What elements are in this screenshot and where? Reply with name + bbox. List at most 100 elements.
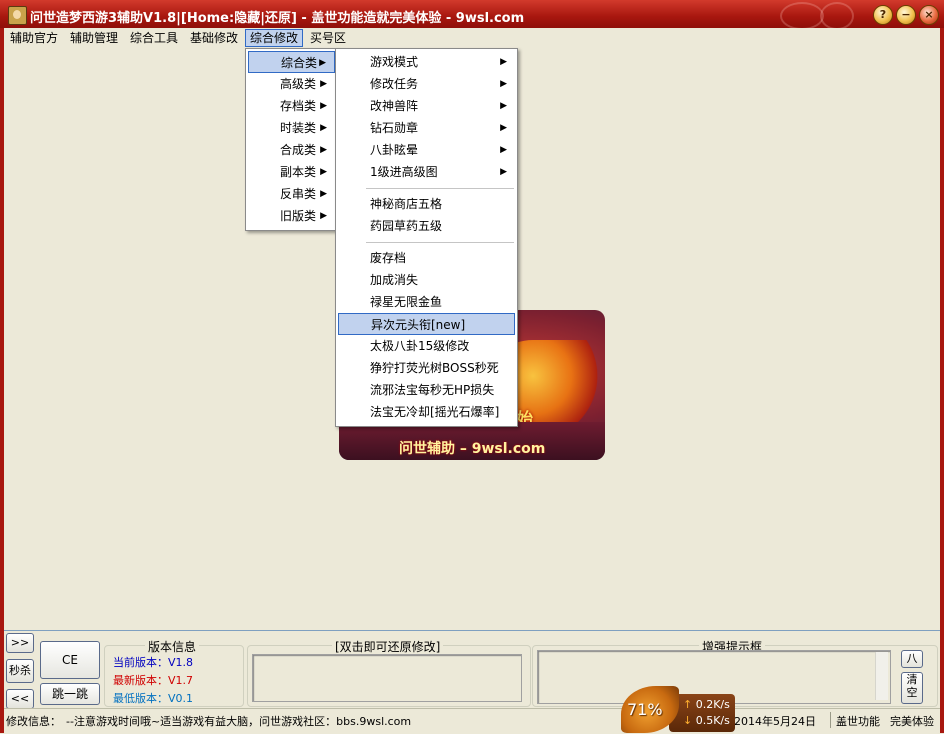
minimum-version: 最低版本：V0.1 [113, 692, 194, 705]
hint-group: 增强提示框 八 清空 [532, 638, 938, 707]
menu-separator [366, 242, 514, 243]
arrow-right-icon: ▶ [320, 79, 327, 89]
flyout-item-taiji-bagua[interactable]: 太极八卦15级修改 [338, 335, 515, 357]
menu-manage[interactable]: 辅助管理 [66, 28, 122, 48]
menu-basic[interactable]: 基础修改 [186, 28, 242, 48]
flyout-item-label: 禄星无限金鱼 [370, 295, 443, 309]
restore-group-title: [双击即可还原修改] [332, 638, 444, 655]
arrow-right-icon: ▶ [500, 79, 507, 89]
menu-tools[interactable]: 综合工具 [126, 28, 182, 48]
flyout-item-label: 钻石勋章 [370, 121, 419, 135]
flyout-item-label: 修改任务 [370, 77, 419, 91]
net-up-row: ↑ 0.2K/s [683, 698, 730, 711]
flyout-item-label: 流邪法宝每秒无HP损失 [370, 383, 495, 397]
menu-bar: 辅助官方 辅助管理 综合工具 基础修改 综合修改 买号区 [4, 28, 940, 48]
submenu-item-label: 综合类 [281, 56, 318, 70]
flyout-item-no-cooldown[interactable]: 法宝无冷却[摇光石爆率] [338, 401, 515, 423]
restore-group: [双击即可还原修改] [247, 638, 531, 707]
arrow-right-icon: ▶ [319, 58, 326, 68]
help-button[interactable]: ? [873, 5, 893, 25]
menu-separator [366, 188, 514, 189]
expand-button[interactable]: >> [6, 633, 34, 653]
menu-buy-account[interactable]: 买号区 [306, 28, 350, 48]
flyout-item-label: 废存档 [370, 251, 407, 265]
hint-up-button[interactable]: 八 [901, 650, 923, 668]
arrow-right-icon: ▶ [320, 167, 327, 177]
flyout-item-label: 神秘商店五格 [370, 197, 443, 211]
flyout-item-bonus-vanish[interactable]: 加成消失 [338, 269, 515, 291]
clear-button[interactable]: 清空 [901, 672, 923, 704]
submenu-item-fashion[interactable]: 时装类 ▶ [248, 117, 335, 139]
download-arrow-icon: ↓ [683, 714, 693, 727]
ce-button[interactable]: CE [40, 641, 100, 679]
upload-arrow-icon: ↑ [683, 698, 693, 711]
status-divider [830, 712, 831, 728]
arrow-right-icon: ▶ [320, 101, 327, 111]
arrow-right-icon: ▶ [320, 123, 327, 133]
submenu-item-label: 副本类 [280, 165, 317, 179]
flyout-item-diamond-medal[interactable]: 钻石勋章 ▶ [338, 117, 515, 139]
flyout-item-level1-advanced-map[interactable]: 1级进高级图 ▶ [338, 161, 515, 183]
submenu-item-label: 合成类 [280, 143, 317, 157]
flyout-item-label: 改神兽阵 [370, 99, 419, 113]
flyout-item-label: 游戏模式 [370, 55, 419, 69]
flyout-item-label: 太极八卦15级修改 [370, 339, 470, 353]
minimize-button[interactable]: − [896, 5, 916, 25]
flyout-item-label: 狰狞打荧光树BOSS秒死 [370, 361, 499, 375]
flyout-item-boss-instakill[interactable]: 狰狞打荧光树BOSS秒死 [338, 357, 515, 379]
submenu-item-legacy[interactable]: 旧版类 ▶ [248, 205, 335, 227]
status-label: 修改信息： [6, 715, 61, 728]
restore-list[interactable] [252, 654, 522, 702]
submenu-item-comprehensive[interactable]: 综合类 ▶ [248, 51, 335, 73]
flyout-item-label: 法宝无冷却[摇光石爆率] [370, 405, 500, 419]
flyout-item-discard-save[interactable]: 废存档 [338, 247, 515, 269]
submenu-item-save[interactable]: 存档类 ▶ [248, 95, 335, 117]
flyout-item-dimension-title[interactable]: 异次元头衔[new] [338, 313, 515, 335]
status-message: --注意游戏时间哦~适当游戏有益大脑，问世游戏社区：bbs.9wsl.com [66, 715, 412, 728]
arrow-right-icon: ▶ [500, 123, 507, 133]
jump-button[interactable]: 跳一跳 [40, 683, 100, 705]
status-right-1: 盖世功能 [836, 715, 880, 728]
submenu-item-label: 高级类 [280, 77, 317, 91]
submenu-item-label: 反串类 [280, 187, 317, 201]
menu-comprehensive[interactable]: 综合修改 [245, 29, 304, 47]
net-down-row: ↓ 0.5K/s [683, 714, 730, 727]
flyout-comprehensive: 游戏模式 ▶ 修改任务 ▶ 改神兽阵 ▶ 钻石勋章 ▶ 八卦眩晕 ▶ 1级进高级图 ▶ 神秘… [335, 48, 518, 427]
flyout-item-label: 加成消失 [370, 273, 419, 287]
title-bar[interactable]: 问世造梦西游3辅助V1.8|[Home:隐藏|还原] - 盖世功能造就完美体验 … [0, 0, 944, 31]
hint-scrollbar[interactable] [875, 652, 888, 700]
arrow-right-icon: ▶ [500, 101, 507, 111]
flyout-item-modify-quest[interactable]: 修改任务 ▶ [338, 73, 515, 95]
submenu-item-dungeon[interactable]: 副本类 ▶ [248, 161, 335, 183]
submenu-item-label: 存档类 [280, 99, 317, 113]
status-right-2: 完美体验 [890, 715, 934, 728]
submenu-item-label: 旧版类 [280, 209, 317, 223]
submenu-item-crossover[interactable]: 反串类 ▶ [248, 183, 335, 205]
close-button[interactable]: × [919, 5, 939, 25]
flyout-item-beast-array[interactable]: 改神兽阵 ▶ [338, 95, 515, 117]
decorative-swirl-icon [820, 2, 854, 30]
status-bar: 修改信息： --注意游戏时间哦~适当游戏有益大脑，问世游戏社区：bbs.9wsl… [4, 708, 940, 734]
menu-official[interactable]: 辅助官方 [6, 28, 62, 48]
flyout-item-infinite-goldfish[interactable]: 禄星无限金鱼 [338, 291, 515, 313]
status-date: 2014年5月24日 [734, 715, 816, 728]
arrow-right-icon: ▶ [500, 145, 507, 155]
flyout-item-no-hp-loss[interactable]: 流邪法宝每秒无HP损失 [338, 379, 515, 401]
banner-text: 问世辅助 – 9wsl.com [399, 441, 546, 457]
instakill-button[interactable]: 秒杀 [6, 659, 34, 683]
flyout-item-game-mode[interactable]: 游戏模式 ▶ [338, 51, 515, 73]
submenu-comprehensive: 综合类 ▶ 高级类 ▶ 存档类 ▶ 时装类 ▶ 合成类 ▶ 副本类 ▶ 反串类 ▶ 旧版类 ▶ [245, 48, 338, 231]
network-speed-widget[interactable]: ↑ 0.2K/s ↓ 0.5K/s 71% [621, 686, 735, 733]
flyout-item-label: 八卦眩晕 [370, 143, 419, 157]
arrow-right-icon: ▶ [320, 211, 327, 221]
download-speed: 0.5K/s [695, 714, 730, 727]
version-group: 版本信息 当前版本：V1.8 最新版本：V1.7 最低版本：V0.1 [104, 638, 244, 707]
flyout-item-herb-garden[interactable]: 药园草药五级 [338, 215, 515, 237]
flyout-item-bagua-stun[interactable]: 八卦眩晕 ▶ [338, 139, 515, 161]
app-icon [8, 6, 27, 25]
collapse-button[interactable]: << [6, 689, 34, 709]
flyout-item-mystery-shop[interactable]: 神秘商店五格 [338, 193, 515, 215]
submenu-item-synthesis[interactable]: 合成类 ▶ [248, 139, 335, 161]
memory-percent: 71% [627, 700, 663, 719]
submenu-item-advanced[interactable]: 高级类 ▶ [248, 73, 335, 95]
